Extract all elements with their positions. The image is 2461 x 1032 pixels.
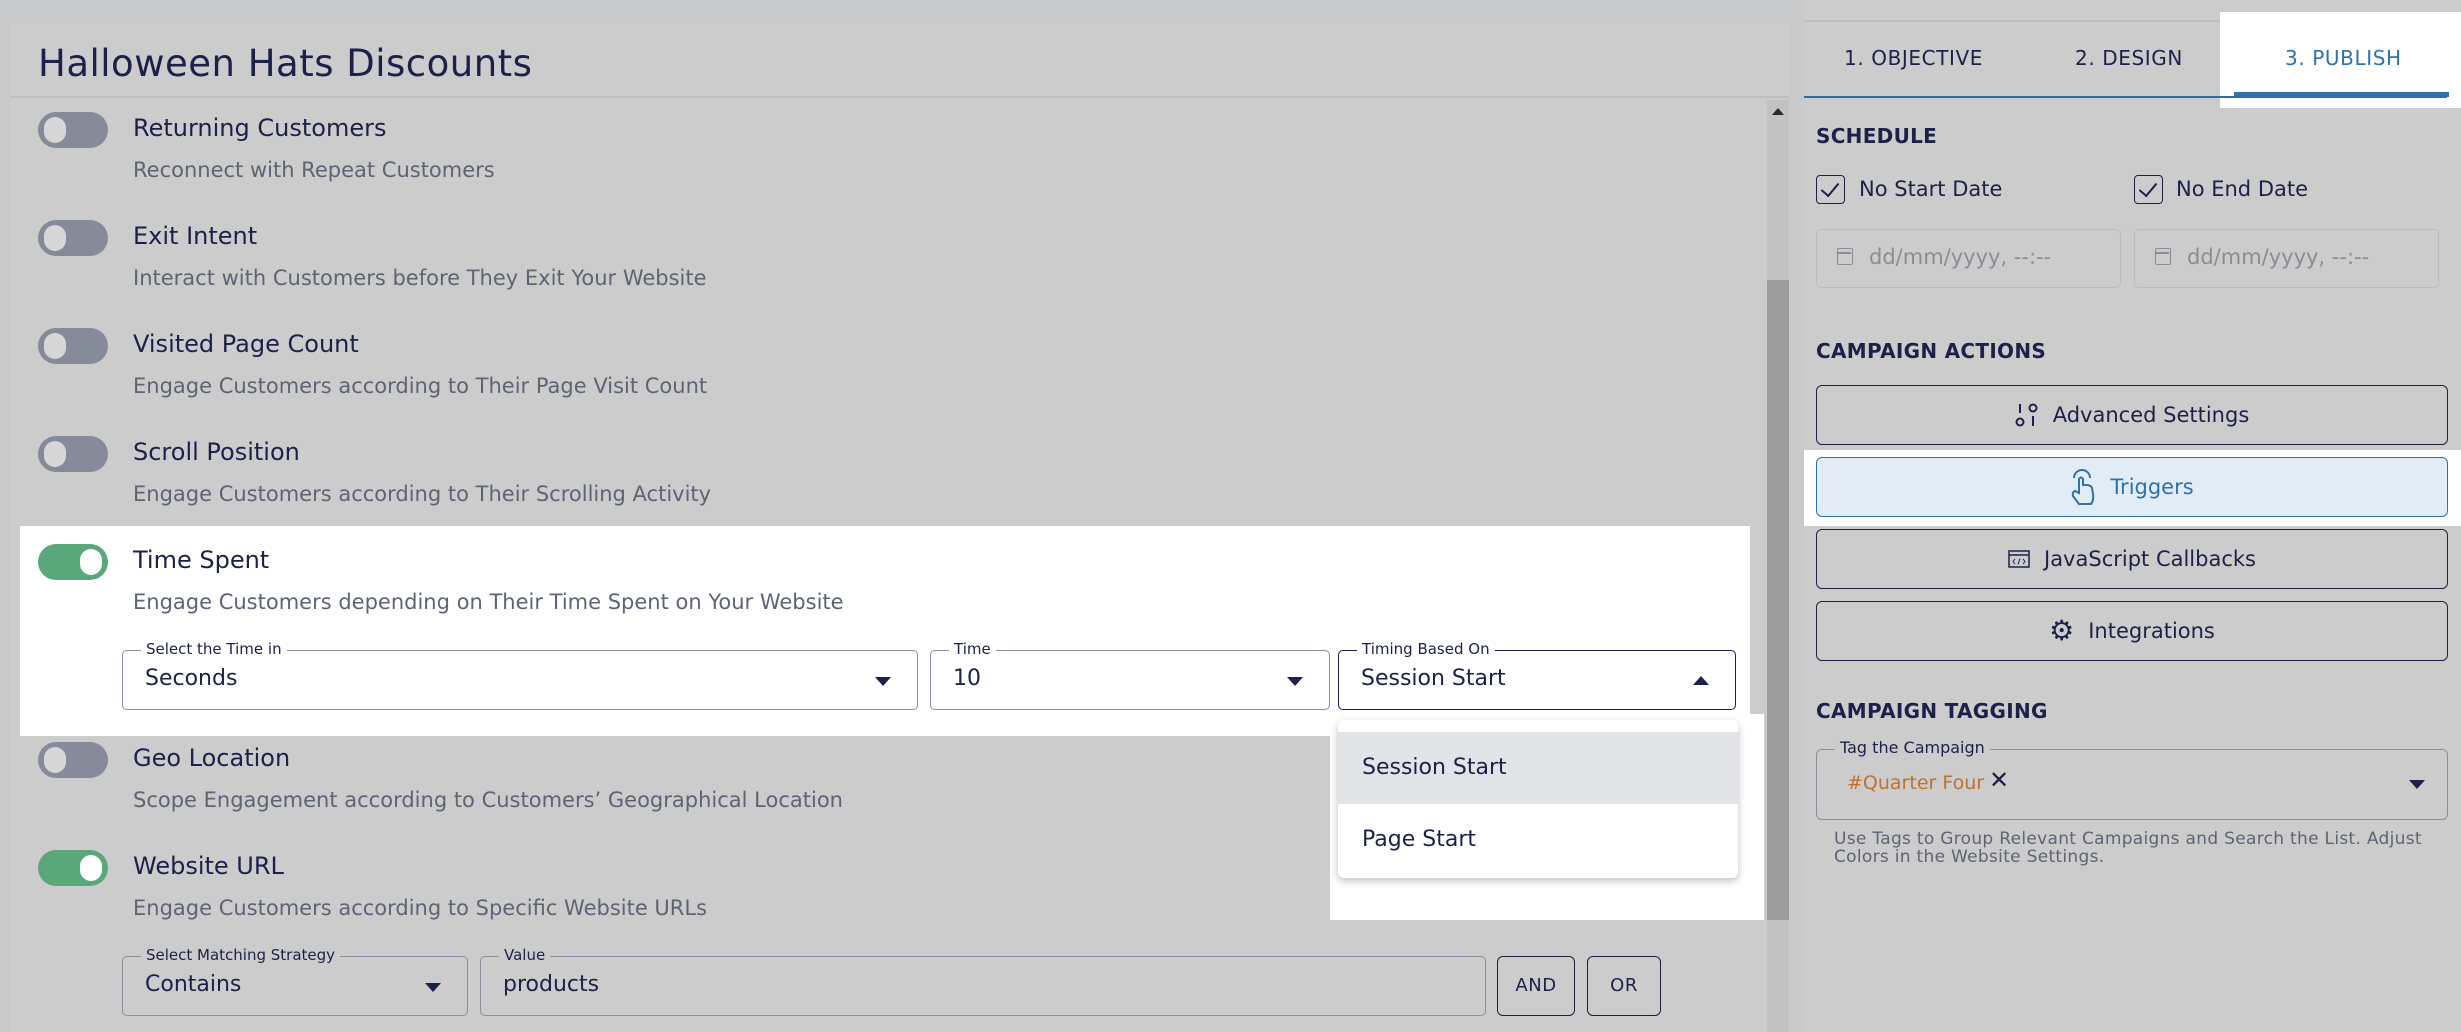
toggle-time-spent[interactable] <box>38 544 108 580</box>
trigger-name: Scroll Position <box>133 438 300 466</box>
field-value: Session Start <box>1361 666 1506 691</box>
button-label: Advanced Settings <box>2052 402 2250 427</box>
button-label: Integrations <box>2088 618 2215 643</box>
start-date-input[interactable]: dd/mm/yyyy, --:-- <box>1816 229 2121 288</box>
schedule-heading: SCHEDULE <box>1816 124 1938 148</box>
date-placeholder: dd/mm/yyyy, --:-- <box>2187 245 2370 269</box>
field-label: Value <box>499 946 551 964</box>
or-button[interactable]: OR <box>1587 956 1661 1016</box>
trigger-name: Exit Intent <box>133 222 258 250</box>
toggle-visited-page-count[interactable] <box>38 328 108 364</box>
publish-panel: 1. OBJECTIVE 2. DESIGN 3. PUBLISH SCHEDU… <box>1804 0 2461 1032</box>
timing-dropdown-menu: Session Start Page Start <box>1338 720 1738 878</box>
tag-campaign-select[interactable]: Tag the Campaign #Quarter Four ✕ <box>1816 738 2448 820</box>
no-end-date-checkbox[interactable] <box>2134 175 2163 204</box>
chevron-down-icon <box>1287 677 1303 686</box>
chevron-down-icon <box>425 983 441 992</box>
trigger-description: Engage Customers according to Specific W… <box>133 896 708 920</box>
toggle-knob <box>44 441 66 467</box>
calendar-icon <box>1837 248 1853 265</box>
page-title: Halloween Hats Discounts <box>38 42 533 85</box>
no-start-date-label: No Start Date <box>1859 177 2003 201</box>
campaign-actions-heading: CAMPAIGN ACTIONS <box>1816 339 2047 363</box>
tab-objective[interactable]: 1. OBJECTIVE <box>1844 46 1983 70</box>
trigger-description: Scope Engagement according to Customers’… <box>133 788 843 812</box>
no-start-date-checkbox[interactable] <box>1816 175 1845 204</box>
end-date-input[interactable]: dd/mm/yyyy, --:-- <box>2134 229 2439 288</box>
trigger-name: Geo Location <box>133 744 291 772</box>
scroll-up-arrow-icon[interactable] <box>1772 108 1784 115</box>
field-value: products <box>503 972 600 997</box>
toggle-knob <box>80 549 102 575</box>
tag-chip: #Quarter Four <box>1847 772 1985 794</box>
and-button[interactable]: AND <box>1497 956 1575 1016</box>
remove-tag-icon[interactable]: ✕ <box>1989 766 2009 794</box>
javascript-callbacks-button[interactable]: JavaScript Callbacks <box>1816 529 2448 589</box>
toggle-knob <box>44 225 66 251</box>
toggle-knob <box>44 333 66 359</box>
field-label: Timing Based On <box>1357 640 1495 658</box>
matching-strategy-select[interactable]: Select Matching Strategy Contains <box>122 946 468 1016</box>
trigger-description: Engage Customers according to Their Scro… <box>133 482 712 506</box>
trigger-name: Visited Page Count <box>133 330 359 358</box>
url-value-input[interactable]: Value products <box>480 946 1486 1016</box>
campaign-tagging-heading: CAMPAIGN TAGGING <box>1816 699 2048 723</box>
field-label: Time <box>949 640 996 658</box>
button-label: JavaScript Callbacks <box>2044 546 2256 571</box>
timing-based-on-select[interactable]: Timing Based On Session Start <box>1338 640 1736 710</box>
option-session-start[interactable]: Session Start <box>1338 732 1738 804</box>
toggle-website-url[interactable] <box>38 850 108 886</box>
option-page-start[interactable]: Page Start <box>1338 804 1738 876</box>
divider <box>10 96 1790 98</box>
trigger-description: Engage Customers depending on Their Time… <box>133 590 844 614</box>
field-label: Select Matching Strategy <box>141 946 341 964</box>
tagging-help-text: Use Tags to Group Relevant Campaigns and… <box>1834 829 2422 867</box>
field-value: Seconds <box>145 666 238 691</box>
trigger-settings-panel: Halloween Hats Discounts Returning Custo… <box>10 24 1790 1032</box>
time-unit-select[interactable]: Select the Time in Seconds <box>122 640 918 710</box>
sliders-icon <box>2015 403 2038 426</box>
trigger-description: Interact with Customers before They Exit… <box>133 266 707 290</box>
toggle-knob <box>80 855 102 881</box>
pointer-hand-icon <box>2072 468 2095 505</box>
date-placeholder: dd/mm/yyyy, --:-- <box>1869 245 2052 269</box>
field-value: 10 <box>953 666 981 691</box>
toggle-returning-customers[interactable] <box>38 112 108 148</box>
gear-icon: ⚙ <box>2049 613 2075 647</box>
chevron-down-icon[interactable] <box>2409 780 2425 789</box>
calendar-icon <box>2155 248 2171 265</box>
trigger-name: Time Spent <box>133 546 270 574</box>
integrations-button[interactable]: ⚙ Integrations <box>1816 601 2448 661</box>
trigger-name: Website URL <box>133 852 284 880</box>
toggle-exit-intent[interactable] <box>38 220 108 256</box>
scrollbar-thumb[interactable] <box>1767 280 1789 920</box>
triggers-button[interactable]: Triggers <box>1816 457 2448 517</box>
toggle-knob <box>44 747 66 773</box>
active-tab-indicator <box>2234 92 2449 97</box>
time-value-select[interactable]: Time 10 <box>930 640 1330 710</box>
toggle-geo-location[interactable] <box>38 742 108 778</box>
tab-design[interactable]: 2. DESIGN <box>2075 46 2183 70</box>
chevron-up-icon <box>1693 676 1709 685</box>
toggle-knob <box>44 117 66 143</box>
tab-publish[interactable]: 3. PUBLISH <box>2285 46 2402 70</box>
field-label: Select the Time in <box>141 640 287 658</box>
toggle-scroll-position[interactable] <box>38 436 108 472</box>
button-label: Triggers <box>2110 474 2194 499</box>
advanced-settings-button[interactable]: Advanced Settings <box>1816 385 2448 445</box>
trigger-description: Engage Customers according to Their Page… <box>133 374 708 398</box>
field-value: Contains <box>145 972 242 997</box>
chevron-down-icon <box>875 677 891 686</box>
no-end-date-label: No End Date <box>2176 177 2309 201</box>
trigger-name: Returning Customers <box>133 114 387 142</box>
field-label: Tag the Campaign <box>1835 738 1990 757</box>
trigger-description: Reconnect with Repeat Customers <box>133 158 495 182</box>
code-window-icon <box>2008 549 2030 568</box>
